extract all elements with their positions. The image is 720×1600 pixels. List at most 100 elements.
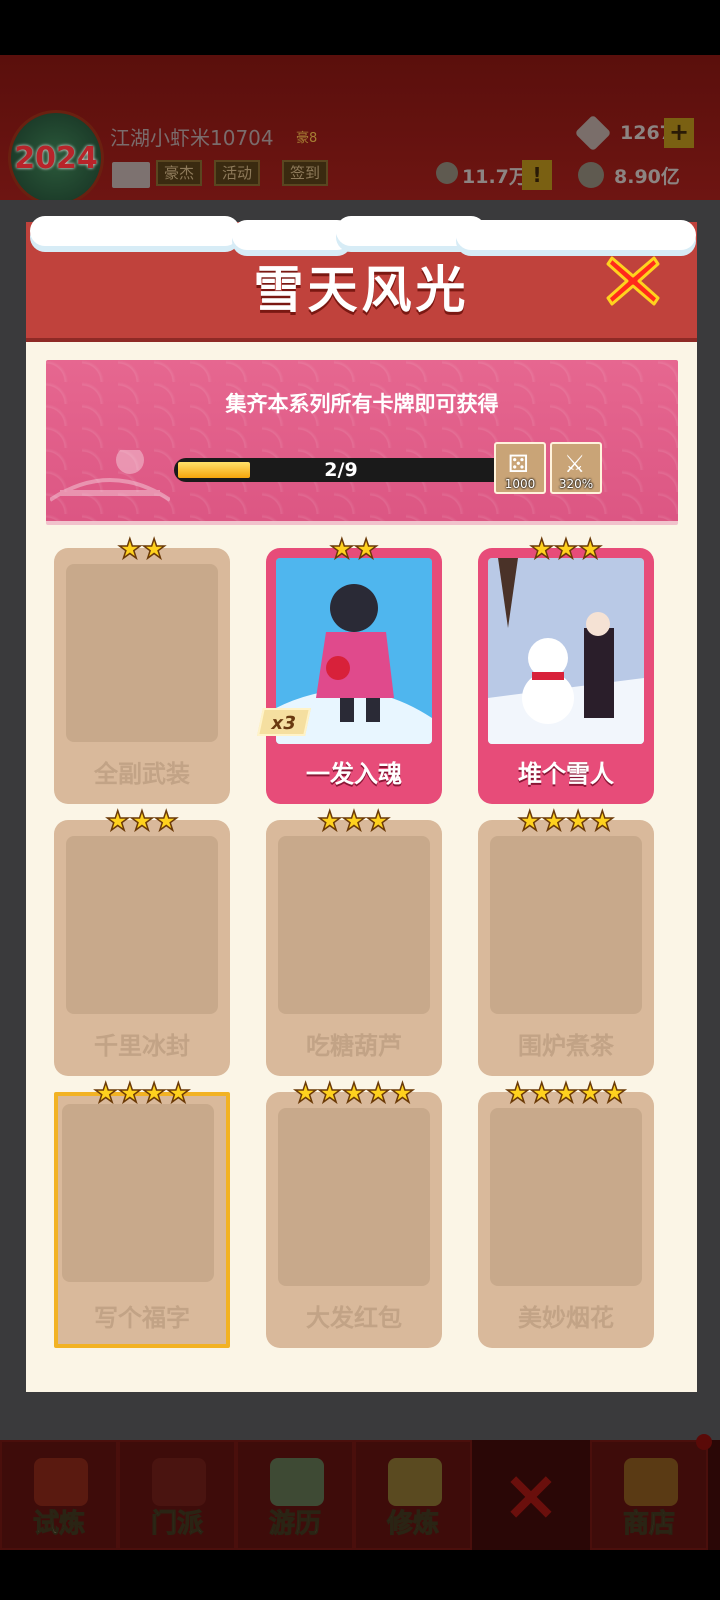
bottom-nav: 试炼 门派 游历 修炼 × 商店	[0, 1434, 720, 1550]
snow-decoration	[232, 220, 352, 250]
trial-icon	[34, 1458, 88, 1506]
star-icon: ★	[529, 1078, 555, 1109]
series-reward-banner: 集齐本系列所有卡牌即可获得 2/9 ⚄ 1000 ⚔ 320%	[46, 360, 678, 525]
bridge-decoration	[50, 450, 170, 502]
token-count: 11.7万	[462, 166, 528, 188]
star-icon: ★	[329, 534, 355, 565]
coin-count: 8.90亿	[614, 166, 680, 188]
star-rating: ★ ★ ★ ★	[478, 806, 654, 837]
collection-card[interactable]: ★ ★ ★ 堆个雪人	[478, 535, 654, 804]
shop-notification-dot	[696, 1434, 712, 1450]
star-icon: ★	[341, 1078, 367, 1109]
card-name: 写个福字	[94, 1304, 190, 1332]
card-count-badge: x3	[257, 708, 311, 736]
star-icon: ★	[117, 1078, 143, 1109]
star-icon: ★	[341, 806, 367, 837]
star-icon: ★	[353, 534, 379, 565]
shop-icon	[624, 1458, 678, 1506]
collection-card[interactable]: ★ ★ 全副武装	[54, 535, 230, 804]
progress-text: 2/9	[324, 459, 358, 481]
mail-icon[interactable]	[112, 162, 150, 188]
collection-card[interactable]: ★ ★ ★ ★ ★ 美妙烟花	[478, 1079, 654, 1348]
star-icon: ★	[117, 534, 143, 565]
nav-trial-label: 试炼	[32, 1509, 85, 1540]
star-icon: ★	[577, 534, 603, 565]
star-icon: ★	[93, 1078, 119, 1109]
reward-value: 1000	[504, 477, 536, 491]
star-icon: ★	[529, 534, 555, 565]
card-name: 吃糖葫芦	[306, 1032, 402, 1060]
collection-card[interactable]: ★ ★ ★ ★ 围炉煮茶	[478, 807, 654, 1076]
card-name: 全副武装	[94, 760, 190, 788]
dialog-body: 集齐本系列所有卡牌即可获得 2/9 ⚄ 1000 ⚔ 320% ★ ★ 全副武装 ★ ★…	[26, 342, 697, 1392]
collection-card[interactable]: ★ ★ ★ 吃糖葫芦	[266, 807, 442, 1076]
card-placeholder	[278, 1108, 430, 1286]
dice-icon: ⚄	[508, 450, 529, 478]
collection-card[interactable]: ★ ★ ★ ★ ★ 大发红包	[266, 1079, 442, 1348]
emblem-text: 2024	[14, 140, 98, 176]
card-name: 一发入魂	[306, 760, 402, 788]
nav-close-icon: ×	[501, 1454, 561, 1536]
heroes-button[interactable]: 豪杰	[156, 160, 203, 186]
card-name: 千里冰封	[94, 1032, 190, 1060]
star-rating: ★ ★ ★ ★	[54, 1078, 230, 1109]
alert-button[interactable]: !	[522, 160, 552, 190]
card-name: 大发红包	[306, 1304, 402, 1332]
travel-icon	[270, 1458, 324, 1506]
nav-cultivate[interactable]: 修炼	[354, 1440, 472, 1550]
card-name: 美妙烟花	[518, 1304, 614, 1332]
reward-value: 320%	[558, 477, 594, 491]
checkin-button[interactable]: 签到	[282, 160, 329, 186]
star-rating: ★ ★ ★	[54, 806, 230, 837]
dialog-header: 雪天风光	[26, 216, 697, 342]
star-icon: ★	[317, 806, 343, 837]
star-icon: ★	[505, 1078, 531, 1109]
card-placeholder	[490, 836, 642, 1014]
star-icon: ★	[365, 1078, 391, 1109]
year-emblem[interactable]: 2024	[8, 110, 104, 206]
dialog-title: 雪天风光	[253, 261, 470, 319]
star-rating: ★ ★	[54, 534, 230, 565]
nav-cultivate-label: 修炼	[386, 1509, 439, 1540]
card-placeholder	[278, 836, 430, 1014]
nav-close-button[interactable]: ×	[472, 1440, 590, 1550]
star-icon: ★	[517, 806, 543, 837]
star-icon: ★	[141, 534, 167, 565]
card-placeholder	[66, 564, 218, 742]
card-placeholder	[66, 836, 218, 1014]
star-rating: ★ ★ ★ ★ ★	[478, 1078, 654, 1109]
add-gems-button[interactable]: +	[664, 118, 694, 148]
star-icon: ★	[565, 806, 591, 837]
card-collection-dialog: 雪天风光 集齐本系列所有卡牌即可获得 2/9 ⚄ 1000 ⚔ 320% ★ ★…	[26, 216, 697, 1392]
card-artwork	[488, 558, 644, 744]
reward-sword[interactable]: ⚔ 320%	[550, 442, 602, 494]
card-placeholder	[490, 1108, 642, 1286]
nav-sect[interactable]: 门派	[118, 1440, 236, 1550]
nav-sect-label: 门派	[150, 1509, 203, 1540]
nav-travel-label: 游历	[268, 1509, 321, 1540]
close-button[interactable]	[602, 250, 664, 312]
star-icon: ★	[141, 1078, 167, 1109]
nav-shop[interactable]: 商店	[590, 1434, 712, 1550]
nav-trial[interactable]: 试炼	[0, 1440, 118, 1550]
sword-icon: ⚔	[564, 450, 586, 478]
nav-travel[interactable]: 游历	[236, 1440, 354, 1550]
collection-card[interactable]: ★ ★ ★ ★ 写个福字	[54, 1079, 230, 1348]
star-rating: ★ ★ ★ ★ ★	[266, 1078, 442, 1109]
events-button[interactable]: 活动	[214, 160, 261, 186]
star-icon: ★	[541, 806, 567, 837]
star-icon: ★	[589, 806, 615, 837]
system-nav-bar	[0, 1550, 720, 1600]
player-name[interactable]: 江湖小虾米10704	[110, 122, 274, 151]
snow-decoration	[30, 216, 240, 246]
star-icon: ★	[153, 806, 179, 837]
banner-text: 集齐本系列所有卡牌即可获得	[225, 392, 499, 416]
star-icon: ★	[390, 1078, 416, 1109]
coin-icon	[578, 162, 604, 188]
sect-icon	[152, 1458, 206, 1506]
game-header	[0, 55, 720, 200]
star-rating: ★ ★	[266, 534, 442, 565]
reward-dice[interactable]: ⚄ 1000	[494, 442, 546, 494]
collection-card[interactable]: ★ ★ x3 一发入魂	[257, 535, 442, 804]
collection-card[interactable]: ★ ★ ★ 千里冰封	[54, 807, 230, 1076]
